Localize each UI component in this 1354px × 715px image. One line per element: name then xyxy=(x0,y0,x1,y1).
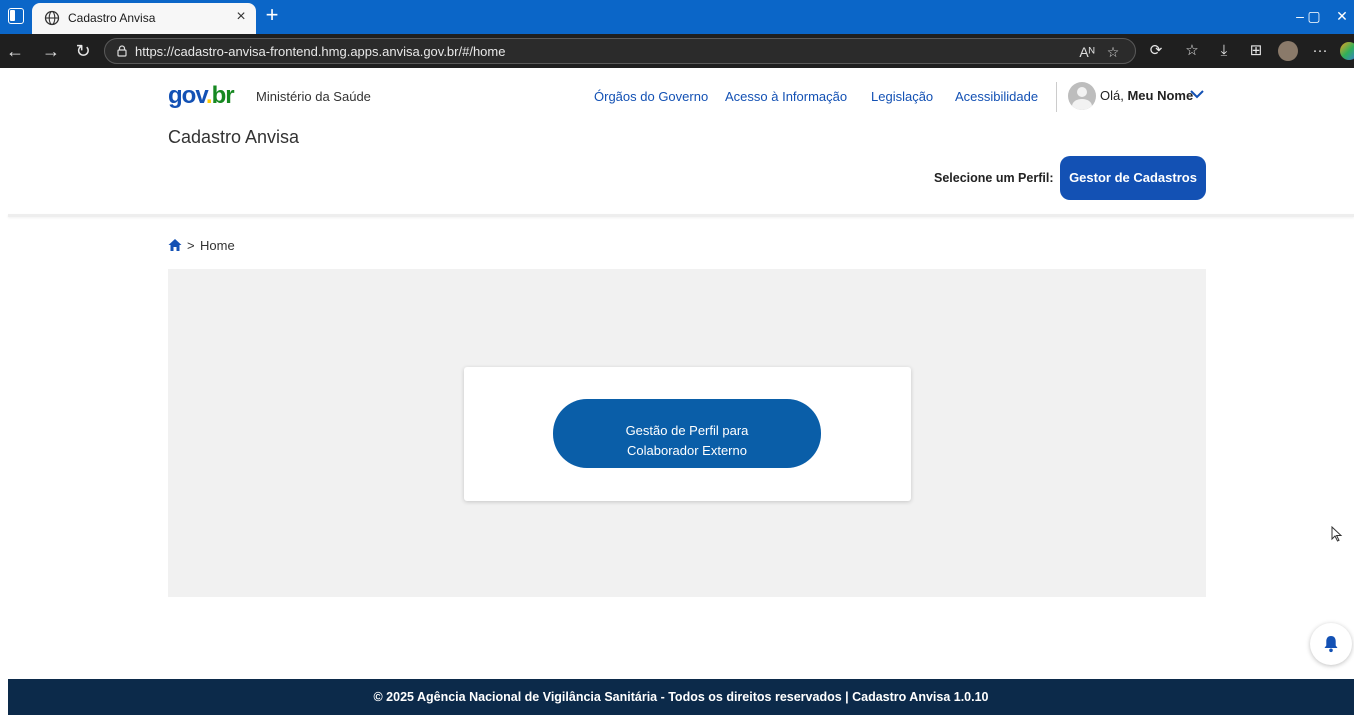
window-menu-icon[interactable] xyxy=(8,8,24,24)
refresh-extension-icon[interactable]: ⟳ xyxy=(1146,41,1166,61)
browser-tab-bar: Cadastro Anvisa × + – ▢ ✕ xyxy=(0,0,1354,34)
chevron-down-icon[interactable] xyxy=(1188,87,1206,101)
address-bar[interactable]: https://cadastro-anvisa-frontend.hmg.app… xyxy=(104,38,1136,64)
more-options-icon[interactable]: ··· xyxy=(1310,41,1330,61)
browser-toolbar: ← → ↻ https://cadastro-anvisa-frontend.h… xyxy=(0,34,1354,68)
profile-select-label: Selecione um Perfil: xyxy=(934,171,1054,185)
copilot-icon[interactable] xyxy=(1340,42,1354,60)
profile-select-button[interactable]: Gestor de Cadastros xyxy=(1060,156,1206,200)
forward-arrow-icon[interactable]: → xyxy=(40,40,62,62)
user-name: Meu Nome xyxy=(1127,88,1194,103)
header-divider xyxy=(1056,82,1057,112)
user-avatar-icon[interactable] xyxy=(1068,82,1096,110)
user-menu[interactable]: Olá, Meu Nome xyxy=(1100,88,1193,103)
close-window-button[interactable]: ✕ xyxy=(1330,5,1354,27)
link-acesso-informacao[interactable]: Acesso à Informação xyxy=(725,89,847,104)
link-orgaos-governo[interactable]: Órgãos do Governo xyxy=(594,89,708,104)
footer: © 2025 Agência Nacional de Vigilância Sa… xyxy=(8,679,1354,715)
mouse-cursor-icon xyxy=(1331,526,1343,542)
greeting-text: Olá, xyxy=(1100,88,1124,103)
link-acessibilidade[interactable]: Acessibilidade xyxy=(955,89,1038,104)
globe-icon xyxy=(44,10,60,26)
back-arrow-icon[interactable]: ← xyxy=(4,40,26,62)
ministry-name: Ministério da Saúde xyxy=(256,89,371,104)
url-text: https://cadastro-anvisa-frontend.hmg.app… xyxy=(135,44,506,59)
button-line-1: Gestão de Perfil para xyxy=(625,422,749,438)
notifications-button[interactable] xyxy=(1310,623,1352,665)
new-tab-button[interactable]: + xyxy=(260,3,284,29)
refresh-icon[interactable]: ↻ xyxy=(72,40,94,62)
home-icon[interactable] xyxy=(168,238,182,252)
favorite-star-icon[interactable]: ☆ xyxy=(1103,42,1123,62)
button-line-2: Colaborador Externo xyxy=(627,442,747,458)
collections-icon[interactable]: ⊞ xyxy=(1246,41,1266,61)
breadcrumb-separator: > xyxy=(187,238,195,253)
lock-icon[interactable] xyxy=(115,44,129,58)
downloads-icon[interactable]: ⤓ xyxy=(1214,41,1234,61)
govbr-logo[interactable]: gov.br xyxy=(168,83,235,109)
read-aloud-icon[interactable]: Aᴺ xyxy=(1077,42,1097,62)
tab-close-icon[interactable]: × xyxy=(232,8,250,26)
footer-text: © 2025 Agência Nacional de Vigilância Sa… xyxy=(373,690,989,704)
bell-icon xyxy=(1324,636,1338,653)
browser-tab-active[interactable]: Cadastro Anvisa × xyxy=(32,3,256,34)
breadcrumb-current: Home xyxy=(200,238,235,253)
screen: Cadastro Anvisa × + – ▢ ✕ ← → ↻ https://… xyxy=(0,0,1354,715)
favorites-icon[interactable]: ☆ xyxy=(1182,41,1202,61)
link-legislacao[interactable]: Legislação xyxy=(871,89,933,104)
browser-profile-avatar[interactable] xyxy=(1278,41,1298,61)
tab-title: Cadastro Anvisa xyxy=(68,11,156,25)
maximize-button[interactable]: ▢ xyxy=(1294,5,1334,27)
header-separator xyxy=(8,214,1354,217)
app-title: Cadastro Anvisa xyxy=(168,127,300,147)
profile-management-button[interactable]: Gestão de Perfil para Colaborador Extern… xyxy=(553,399,821,468)
